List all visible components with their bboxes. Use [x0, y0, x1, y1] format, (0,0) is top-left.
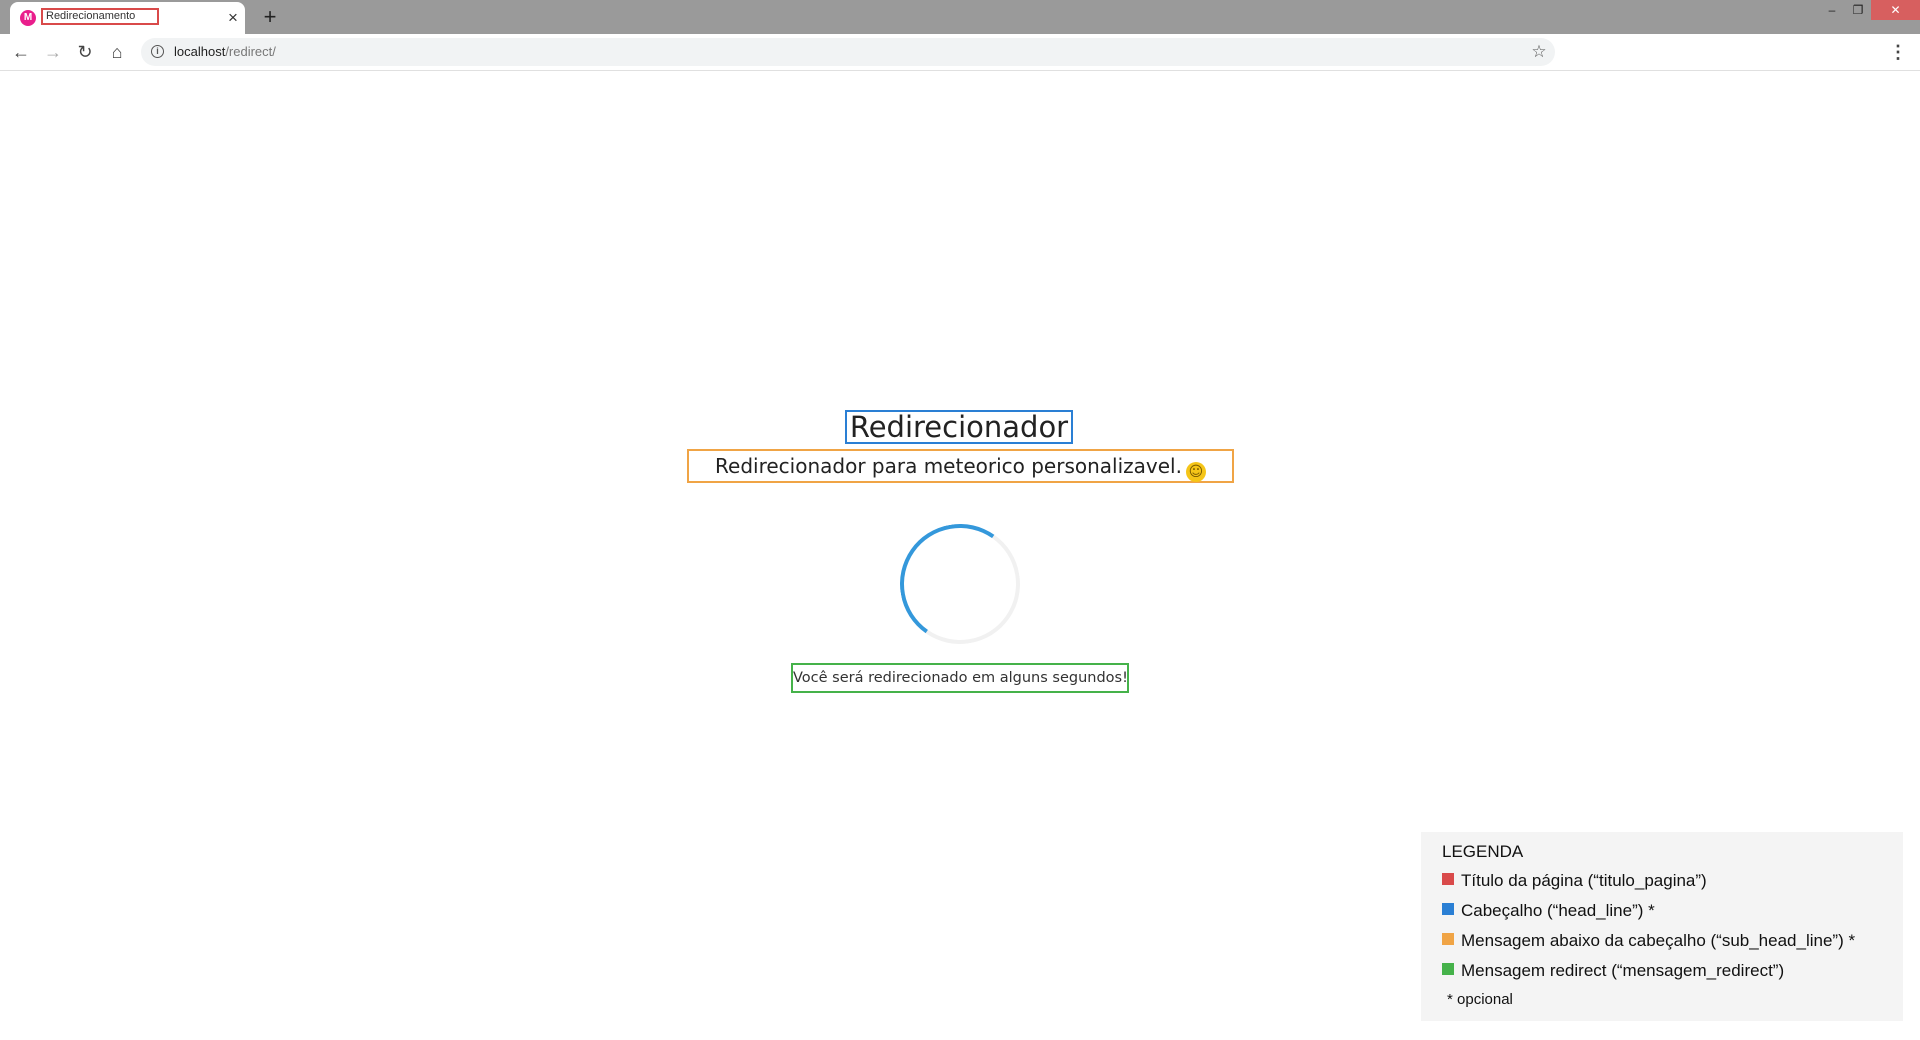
browser-toolbar: ← → ↻ ⌂ i localhost/redirect/ ☆ ⋮ [0, 34, 1920, 71]
browser-tab-strip: M Redirecionamento × + – ❐ ✕ [0, 0, 1920, 34]
legend-item-sub-head-line: Mensagem abaixo da cabeçalho (“sub_head_… [1442, 931, 1903, 951]
legend-item-titulo-pagina: Título da página (“titulo_pagina”) [1442, 871, 1903, 891]
legend-item-label: Cabeçalho (“head_line”) * [1461, 901, 1655, 920]
legend-note: * opcional [1447, 991, 1513, 1008]
legend-swatch-red [1442, 873, 1454, 885]
legend-item-head-line: Cabeçalho (“head_line”) * [1442, 901, 1903, 921]
head-line: Redirecionador [845, 410, 1073, 444]
reload-icon[interactable]: ↻ [73, 40, 97, 64]
page-content: Redirecionador Redirecionador para meteo… [0, 71, 1920, 1040]
tab-close-icon[interactable]: × [224, 7, 242, 29]
legend-swatch-green [1442, 963, 1454, 975]
legend-item-mensagem-redirect: Mensagem redirect (“mensagem_redirect”) [1442, 961, 1903, 981]
browser-tab[interactable]: M Redirecionamento × [10, 2, 245, 34]
url-host: localhost [174, 44, 226, 59]
site-info-icon[interactable]: i [151, 45, 164, 58]
url-path: /redirect/ [225, 44, 276, 59]
new-tab-plus-icon[interactable]: + [258, 5, 282, 29]
window-close-icon[interactable]: ✕ [1871, 0, 1920, 20]
redirect-message: Você será redirecionado em alguns segund… [791, 663, 1129, 693]
legend-item-label: Mensagem abaixo da cabeçalho (“sub_head_… [1461, 931, 1856, 950]
legend-swatch-orange [1442, 933, 1454, 945]
forward-arrow-icon[interactable]: → [41, 40, 65, 64]
legend-title: LEGENDA [1442, 842, 1524, 861]
smiley-icon: ☺ [1185, 462, 1206, 482]
url-text[interactable]: localhost/redirect/ [174, 44, 276, 60]
window-restore-icon[interactable]: ❐ [1843, 0, 1873, 20]
site-favicon-icon: M [20, 10, 36, 26]
sub-head-line: Redirecionador para meteorico personaliz… [687, 449, 1234, 483]
legend-swatch-blue [1442, 903, 1454, 915]
back-arrow-icon[interactable]: ← [9, 40, 33, 64]
legend-item-label: Mensagem redirect (“mensagem_redirect”) [1461, 961, 1785, 980]
bookmark-star-icon[interactable]: ☆ [1528, 41, 1550, 63]
browser-menu-icon[interactable]: ⋮ [1888, 40, 1908, 64]
sub-head-line-text: Redirecionador para meteorico personaliz… [715, 454, 1182, 478]
home-icon[interactable]: ⌂ [105, 40, 129, 64]
legend-item-label: Título da página (“titulo_pagina”) [1461, 871, 1707, 890]
legend-panel: LEGENDA Título da página (“titulo_pagina… [1421, 832, 1903, 1021]
address-bar[interactable]: i localhost/redirect/ ☆ [141, 38, 1555, 66]
loading-spinner-icon [890, 514, 1030, 654]
tab-title: Redirecionamento [41, 8, 159, 25]
